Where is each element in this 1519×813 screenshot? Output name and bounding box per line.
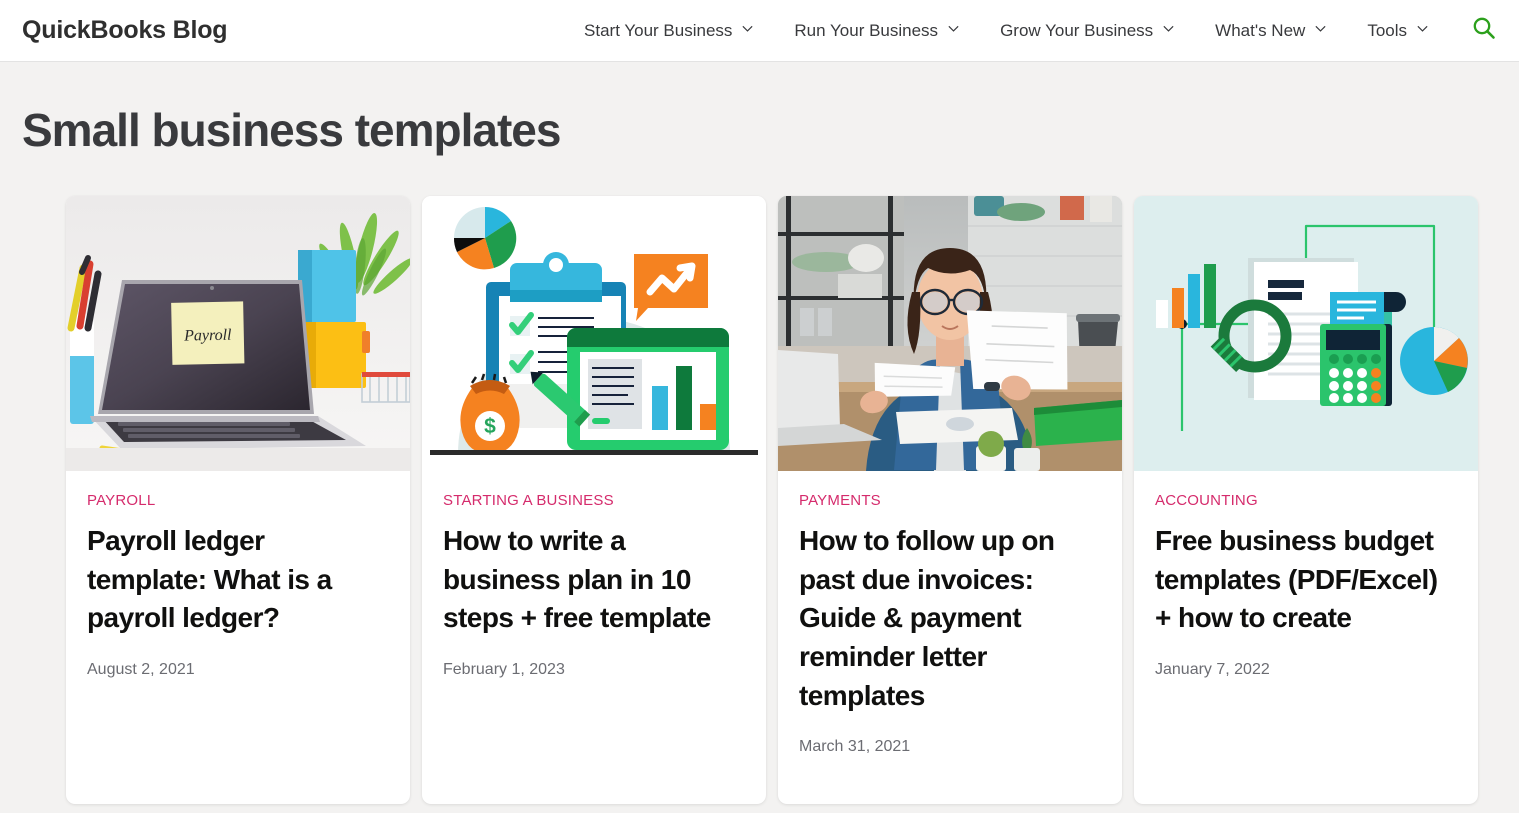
article-card[interactable]: PAYMENTS How to follow up on past due in… — [778, 195, 1122, 804]
nav-item-label: Run Your Business — [794, 20, 939, 40]
card-body: PAYMENTS How to follow up on past due in… — [778, 471, 1122, 804]
article-card[interactable]: $ STARTING A BUSINESS How to write a bus… — [422, 195, 766, 804]
nav-item-start-your-business[interactable]: Start Your Business — [564, 21, 774, 41]
card-body: STARTING A BUSINESS How to write a busin… — [422, 471, 766, 804]
chevron-down-icon — [1162, 22, 1175, 35]
card-date: January 7, 2022 — [1155, 661, 1270, 679]
nav-item-label: What's New — [1215, 20, 1306, 40]
card-body: PAYROLL Payroll ledger template: What is… — [66, 471, 410, 804]
nav-item-label: Grow Your Business — [1000, 20, 1154, 40]
chevron-down-icon — [741, 22, 754, 35]
card-category-label[interactable]: ACCOUNTING — [1155, 492, 1458, 510]
svg-text:$: $ — [484, 415, 496, 438]
card-title[interactable]: How to follow up on past due invoices: G… — [799, 522, 1102, 715]
svg-text:Payroll: Payroll — [183, 326, 232, 344]
nav-item-run-your-business[interactable]: Run Your Business — [774, 21, 980, 41]
card-date: March 31, 2021 — [799, 738, 911, 756]
budget-calculator-magnifier-illustration — [1134, 195, 1478, 471]
card-title[interactable]: How to write a business plan in 10 steps… — [443, 522, 746, 638]
chevron-down-icon — [1314, 22, 1327, 35]
card-title[interactable]: Payroll ledger template: What is a payro… — [87, 522, 390, 638]
card-body: ACCOUNTING Free business budget template… — [1134, 471, 1478, 804]
business-plan-clipboard-illustration: $ — [422, 195, 766, 471]
card-date: February 1, 2023 — [443, 661, 565, 679]
laptop-with-payroll-sticky-note-photo: Payroll — [66, 195, 410, 471]
article-card[interactable]: Payroll PAYROLL Payroll ledger template:… — [66, 195, 410, 804]
nav-item-tools[interactable]: Tools — [1347, 21, 1449, 41]
main-navigation: Start Your Business Run Your Business Gr… — [564, 15, 1499, 46]
card-date: August 2, 2021 — [87, 661, 195, 679]
nav-item-label: Tools — [1367, 20, 1407, 40]
site-header: QuickBooks Blog Start Your Business Run … — [0, 0, 1519, 62]
page-title: Small business templates — [22, 104, 561, 156]
search-icon — [1471, 15, 1497, 46]
search-button[interactable] — [1471, 15, 1497, 46]
nav-item-grow-your-business[interactable]: Grow Your Business — [980, 21, 1195, 41]
nav-item-label: Start Your Business — [584, 20, 733, 40]
article-card[interactable]: ACCOUNTING Free business budget template… — [1134, 195, 1478, 804]
card-title[interactable]: Free business budget templates (PDF/Exce… — [1155, 522, 1458, 638]
woman-reviewing-invoices-photo — [778, 195, 1122, 471]
site-brand-logo[interactable]: QuickBooks Blog — [22, 16, 228, 45]
card-category-label[interactable]: PAYMENTS — [799, 492, 1102, 510]
nav-item-whats-new[interactable]: What's New — [1195, 21, 1347, 41]
card-category-label[interactable]: PAYROLL — [87, 492, 390, 510]
chevron-down-icon — [1416, 22, 1429, 35]
card-category-label[interactable]: STARTING A BUSINESS — [443, 492, 746, 510]
template-card-grid: Payroll PAYROLL Payroll ledger template:… — [0, 156, 1519, 804]
chevron-down-icon — [947, 22, 960, 35]
